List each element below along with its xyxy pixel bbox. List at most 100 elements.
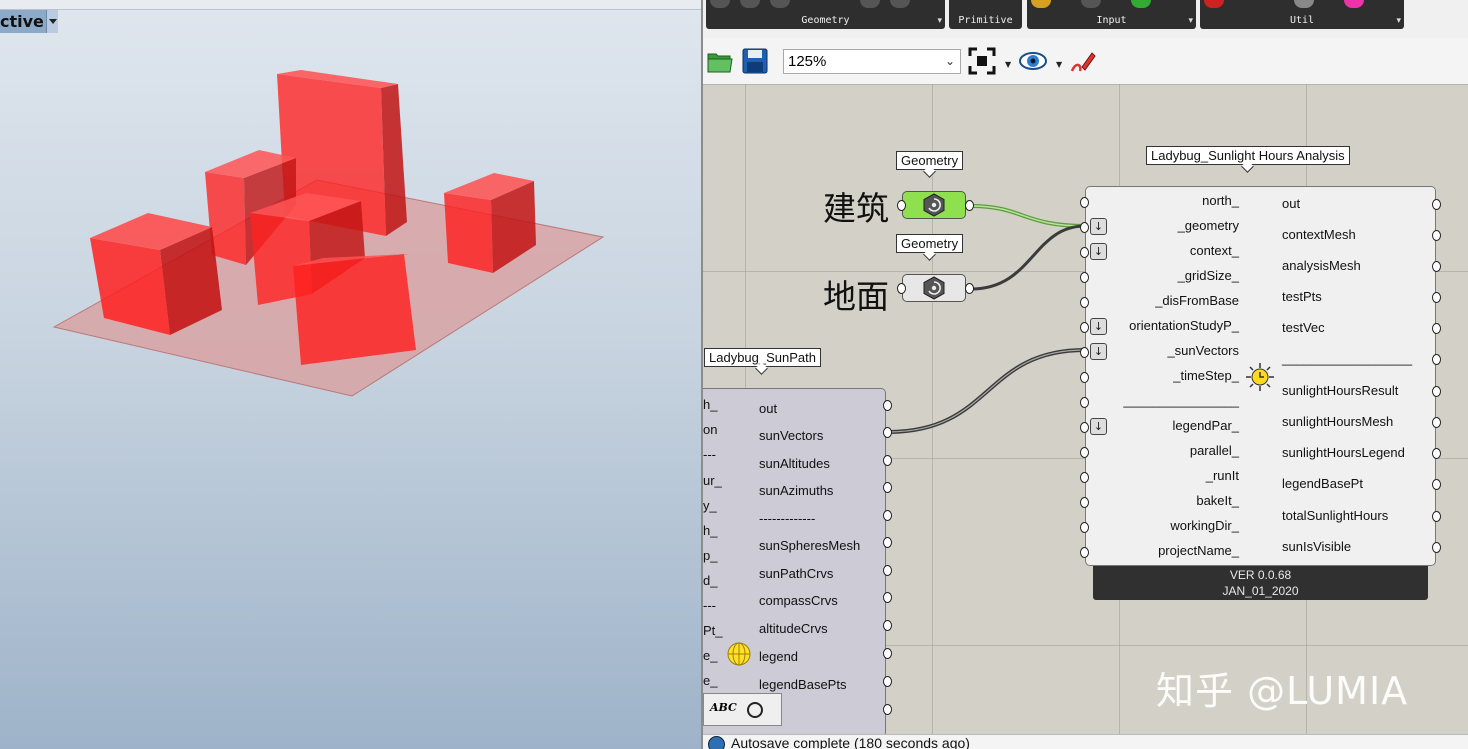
ribbon-group-primitive[interactable]: Primitive (949, 0, 1022, 29)
input-bakeit[interactable]: bakeIt_ (1196, 493, 1239, 508)
rhino-viewport[interactable]: ctive (0, 0, 701, 749)
sunpath-input[interactable]: e_ (703, 648, 717, 663)
input-port[interactable] (1080, 397, 1089, 408)
input-disfrombase[interactable]: _disFromBase (1155, 293, 1239, 308)
input-port[interactable] (1080, 297, 1089, 308)
output-port[interactable] (1432, 386, 1441, 397)
sunpath-input[interactable]: p_ (703, 548, 717, 563)
sunpath-input[interactable]: ur_ (703, 473, 722, 488)
input-legendpar[interactable]: legendPar_ (1173, 418, 1240, 433)
sunpath-input[interactable]: h_ (703, 523, 717, 538)
output-port[interactable] (1432, 479, 1441, 490)
output-sunlighthourslegend[interactable]: sunlightHoursLegend (1282, 445, 1405, 460)
sunpath-output-legendbasepts[interactable]: legendBasePts (759, 677, 846, 692)
expand-icon[interactable]: ▾ (937, 16, 942, 26)
output-sunlighthoursmesh[interactable]: sunlightHoursMesh (1282, 414, 1393, 429)
output-port[interactable] (1432, 199, 1441, 210)
input-geometry[interactable]: _geometry (1178, 218, 1239, 233)
input-port[interactable] (1080, 497, 1089, 508)
output-port[interactable] (883, 427, 892, 438)
output-out[interactable]: out (1282, 196, 1300, 211)
output-port[interactable] (1432, 448, 1441, 459)
open-folder-icon[interactable] (706, 47, 734, 75)
sunpath-input[interactable]: y_ (703, 498, 717, 513)
grasshopper-canvas[interactable]: Geometry 建筑 Geometry 地面 Ladybug_Sunlight… (703, 84, 1468, 738)
input-port[interactable] (897, 283, 906, 294)
input-timestep[interactable]: _timeStep_ (1173, 368, 1239, 383)
output-testpts[interactable]: testPts (1282, 289, 1322, 304)
sunpath-output-legend[interactable]: legend (759, 649, 798, 664)
zoom-extents-dropdown-icon[interactable]: ▼ (1005, 60, 1011, 69)
output-port[interactable] (883, 482, 892, 493)
input-port[interactable] (1080, 347, 1089, 358)
sunpath-output-altitudecrvs[interactable]: altitudeCrvs (759, 621, 828, 636)
sunpath-component[interactable]: h_ on --- ur_ y_ h_ p_ d_ --- Pt_ e_ e_ … (703, 388, 886, 738)
output-legendbasept[interactable]: legendBasePt (1282, 476, 1363, 491)
sunpath-input[interactable]: e_ (703, 673, 717, 688)
viewport-tab-label[interactable]: ctive (0, 10, 46, 33)
sunpath-output-sunpathcrvs[interactable]: sunPathCrvs (759, 566, 833, 581)
output-port[interactable] (883, 648, 892, 659)
ribbon-group-input[interactable]: Input ▾ (1027, 0, 1196, 29)
sunlight-hours-component[interactable]: north_ _geometry context_ _gridSize_ _di… (1085, 186, 1436, 566)
output-sunisvisible[interactable]: sunIsVisible (1282, 539, 1351, 554)
output-port[interactable] (1432, 354, 1441, 365)
output-port[interactable] (965, 283, 974, 294)
ribbon-group-geometry[interactable]: Geometry ▾ (706, 0, 945, 29)
sketch-pen-icon[interactable] (1068, 47, 1096, 75)
input-port[interactable] (1080, 247, 1089, 258)
output-port[interactable] (883, 676, 892, 687)
output-port[interactable] (883, 455, 892, 466)
input-port[interactable] (1080, 547, 1089, 558)
input-port[interactable] (1080, 197, 1089, 208)
sunpath-output-out[interactable]: out (759, 401, 777, 416)
output-port[interactable] (883, 537, 892, 548)
zoom-extents-icon[interactable] (968, 47, 996, 75)
input-port[interactable] (1080, 447, 1089, 458)
output-port[interactable] (965, 200, 974, 211)
expand-icon[interactable]: ▾ (1188, 16, 1193, 26)
output-port[interactable] (883, 620, 892, 631)
output-port[interactable] (1432, 323, 1441, 334)
sunpath-output-sunazimuths[interactable]: sunAzimuths (759, 483, 833, 498)
output-port[interactable] (883, 565, 892, 576)
input-parallel[interactable]: parallel_ (1190, 443, 1239, 458)
input-port[interactable] (1080, 322, 1089, 333)
input-port[interactable] (1080, 472, 1089, 483)
sunpath-output-sunaltitudes[interactable]: sunAltitudes (759, 456, 830, 471)
input-port[interactable] (1080, 422, 1089, 433)
output-port[interactable] (1432, 542, 1441, 553)
output-totalsunlighthours[interactable]: totalSunlightHours (1282, 508, 1388, 523)
sunpath-input[interactable]: Pt_ (703, 623, 723, 638)
output-port[interactable] (883, 400, 892, 411)
save-icon[interactable] (741, 47, 769, 75)
viewport-menu-chevron-icon[interactable] (46, 10, 58, 33)
input-north[interactable]: north_ (1202, 193, 1239, 208)
output-port[interactable] (1432, 292, 1441, 303)
output-sunlighthoursresult[interactable]: sunlightHoursResult (1282, 383, 1398, 398)
input-port[interactable] (1080, 522, 1089, 533)
sunpath-input[interactable]: h_ (703, 397, 717, 412)
geometry-param-ground[interactable] (902, 274, 966, 302)
output-port[interactable] (1432, 417, 1441, 428)
input-orientationstudy[interactable]: orientationStudyP_ (1129, 318, 1239, 333)
input-port[interactable] (897, 200, 906, 211)
output-port[interactable] (1432, 230, 1441, 241)
sunpath-input[interactable]: on (703, 422, 717, 437)
output-port[interactable] (883, 592, 892, 603)
output-port[interactable] (883, 704, 892, 715)
input-port[interactable] (1080, 272, 1089, 283)
input-gridsize[interactable]: _gridSize_ (1178, 268, 1239, 283)
input-port[interactable] (1080, 222, 1089, 233)
output-testvec[interactable]: testVec (1282, 320, 1325, 335)
sunpath-output-compasscrvs[interactable]: compassCrvs (759, 593, 838, 608)
input-context[interactable]: context_ (1190, 243, 1239, 258)
input-sunvectors[interactable]: _sunVectors (1167, 343, 1239, 358)
output-port[interactable] (1432, 511, 1441, 522)
sunpath-output-sunspheresmesh[interactable]: sunSpheresMesh (759, 538, 860, 553)
input-runit[interactable]: _runIt (1206, 468, 1239, 483)
preview-eye-icon[interactable] (1019, 47, 1047, 75)
ribbon-group-util[interactable]: Util ▾ (1200, 0, 1404, 29)
zoom-select[interactable]: 125% ⌄ (783, 49, 961, 74)
expand-icon[interactable]: ▾ (1396, 16, 1401, 26)
